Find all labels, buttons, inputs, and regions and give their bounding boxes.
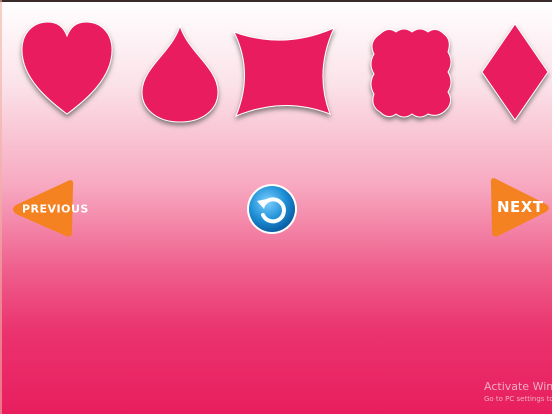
watermark-title: Activate Windo [484,380,552,393]
next-label: NEXT [497,197,544,216]
diamond-shape-graphic [481,23,549,121]
previous-button[interactable]: PREVIOUS [10,178,88,240]
top-border [0,0,552,2]
cloud-square-shape[interactable] [366,24,456,128]
cloud-square-shape-graphic [370,28,452,118]
four-point-star-shape-graphic [232,27,335,117]
restart-icon [247,184,297,234]
heart-shape-graphic [21,21,113,115]
previous-label: PREVIOUS [22,202,89,216]
drop-shape-graphic [141,24,219,123]
game-stage: PREVIOUS NEXT Activate Windo Go to PC se… [0,0,552,414]
heart-shape[interactable] [18,18,116,118]
next-button[interactable]: NEXT [490,176,550,240]
left-border [0,0,2,414]
restart-button[interactable] [246,182,298,236]
four-point-star-shape[interactable] [230,24,338,120]
watermark-subtitle: Go to PC settings to [484,395,552,403]
drop-shape[interactable] [138,22,222,126]
diamond-shape[interactable] [478,20,552,124]
activation-watermark: Activate Windo Go to PC settings to [484,380,552,403]
